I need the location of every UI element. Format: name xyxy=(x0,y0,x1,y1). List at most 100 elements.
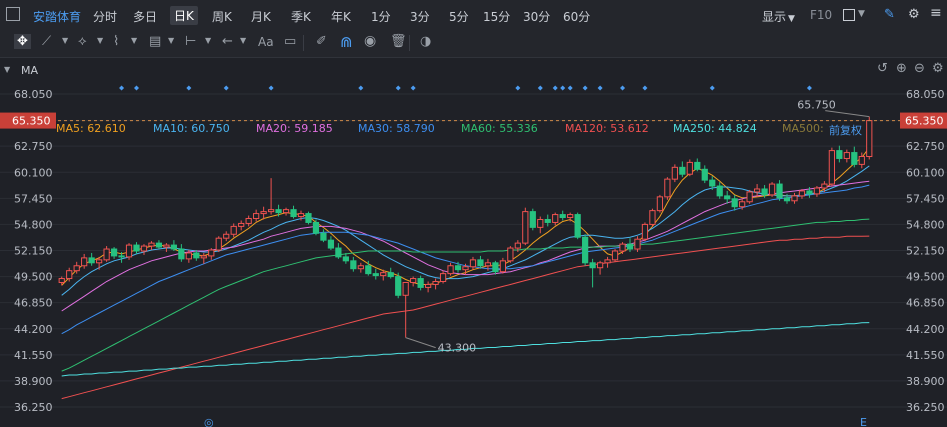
event-marker-right[interactable]: E xyxy=(860,416,867,427)
candle[interactable] xyxy=(791,192,798,204)
trend-tool-icon[interactable]: ⟡ xyxy=(78,34,87,49)
candle[interactable] xyxy=(238,220,245,231)
chevron-down-icon[interactable]: ▼ xyxy=(240,36,246,45)
candle[interactable] xyxy=(200,252,207,264)
sidebar-toggle-icon[interactable] xyxy=(6,7,20,21)
candle[interactable] xyxy=(671,164,678,183)
candle[interactable] xyxy=(447,262,454,276)
candle[interactable] xyxy=(552,212,559,226)
candle[interactable] xyxy=(843,149,850,163)
line-tool-icon[interactable]: ⟋ xyxy=(42,34,51,49)
candle[interactable] xyxy=(305,211,312,225)
menu-icon[interactable]: ≡ xyxy=(930,5,942,21)
candle[interactable] xyxy=(529,208,536,231)
candle[interactable] xyxy=(312,219,320,236)
candle[interactable] xyxy=(686,159,693,177)
event-diamond[interactable] xyxy=(582,85,588,91)
f10-button[interactable]: F10 xyxy=(810,8,832,22)
candle[interactable] xyxy=(866,116,873,160)
display-dropdown[interactable]: 显示 ▼ xyxy=(762,8,795,25)
candle[interactable] xyxy=(626,238,634,252)
candle[interactable] xyxy=(537,216,544,234)
candle[interactable] xyxy=(634,236,641,252)
settings-icon[interactable]: ⚙ xyxy=(908,7,920,22)
chevron-down-icon[interactable]: ▼ xyxy=(858,9,865,19)
event-diamond[interactable] xyxy=(515,85,521,91)
tab-30min[interactable]: 30分 xyxy=(523,8,550,25)
chevron-down-icon[interactable]: ▼ xyxy=(205,36,211,45)
candle[interactable] xyxy=(140,244,148,255)
candle[interactable] xyxy=(424,281,432,293)
candle[interactable] xyxy=(716,182,723,199)
candle[interactable] xyxy=(410,276,417,287)
candle[interactable] xyxy=(230,223,237,238)
measure-tool-icon[interactable]: ⊢ xyxy=(185,34,196,49)
chevron-down-icon[interactable]: ▼ xyxy=(97,36,103,45)
event-diamond[interactable] xyxy=(642,85,648,91)
candlestick-chart[interactable]: 68.050 62.750 60.100 57.450 54.800 52.150 49.5… xyxy=(0,82,947,427)
candle[interactable] xyxy=(746,189,753,204)
indicator-name[interactable]: MA xyxy=(21,64,38,77)
candle[interactable] xyxy=(439,270,447,284)
tab-quarterly-k[interactable]: 季K xyxy=(291,8,311,25)
event-diamond[interactable] xyxy=(268,85,274,91)
candle[interactable] xyxy=(664,177,671,200)
tab-monthly-k[interactable]: 月K xyxy=(251,8,271,25)
event-diamond[interactable] xyxy=(395,85,401,91)
toggle-icon[interactable]: ◑ xyxy=(420,34,431,49)
candle[interactable] xyxy=(499,257,507,274)
collapse-icon[interactable]: ▼ xyxy=(4,65,10,74)
settings-icon[interactable]: ⚙ xyxy=(932,61,944,76)
chevron-down-icon[interactable]: ▼ xyxy=(62,36,68,45)
candle[interactable] xyxy=(88,252,95,266)
candle[interactable] xyxy=(327,236,335,251)
trash-icon[interactable]: 🗑 xyxy=(390,34,407,49)
text-tool-icon[interactable]: Aa xyxy=(258,35,274,49)
candle[interactable] xyxy=(178,244,185,262)
candle[interactable] xyxy=(417,275,424,291)
eraser-icon[interactable]: ✐ xyxy=(316,34,327,49)
tab-1min[interactable]: 1分 xyxy=(371,8,391,25)
candle[interactable] xyxy=(103,246,110,262)
event-diamond[interactable] xyxy=(410,85,416,91)
eye-icon[interactable]: ◉ xyxy=(364,33,376,49)
tab-daily-k[interactable]: 日K xyxy=(170,6,198,25)
candle[interactable] xyxy=(776,180,783,201)
event-diamond[interactable] xyxy=(560,85,566,91)
event-diamond[interactable] xyxy=(186,85,192,91)
candle[interactable] xyxy=(290,205,297,219)
event-diamond[interactable] xyxy=(620,85,626,91)
candle[interactable] xyxy=(701,165,708,184)
chevron-down-icon[interactable]: ▼ xyxy=(131,36,137,45)
chevron-down-icon[interactable]: ▼ xyxy=(168,36,174,45)
candle[interactable] xyxy=(350,256,357,272)
candle[interactable] xyxy=(611,249,619,262)
candle[interactable] xyxy=(836,145,843,163)
candle[interactable] xyxy=(320,229,327,243)
candle[interactable] xyxy=(432,278,439,290)
candle[interactable] xyxy=(596,260,604,275)
tab-15min[interactable]: 15分 xyxy=(483,8,510,25)
event-diamond[interactable] xyxy=(223,85,229,91)
candle[interactable] xyxy=(372,268,379,280)
tab-intraday[interactable]: 分时 xyxy=(93,8,117,25)
brush-icon[interactable]: ✎ xyxy=(884,7,895,22)
candle[interactable] xyxy=(253,209,260,222)
candle[interactable] xyxy=(81,253,88,269)
candle[interactable] xyxy=(507,246,514,263)
event-diamond[interactable] xyxy=(597,85,603,91)
zoom-out-icon[interactable]: ⊖ xyxy=(914,61,925,76)
candle[interactable] xyxy=(641,222,649,242)
arrow-tool-icon[interactable]: ← xyxy=(222,34,233,49)
candle[interactable] xyxy=(148,241,155,251)
candle[interactable] xyxy=(282,207,290,216)
candle[interactable] xyxy=(395,272,402,299)
event-diamond[interactable] xyxy=(709,85,715,91)
candle[interactable] xyxy=(223,231,230,242)
tab-weekly-k[interactable]: 周K xyxy=(212,8,232,25)
event-diamond[interactable] xyxy=(537,85,543,91)
candle[interactable] xyxy=(267,178,275,215)
event-marker-left[interactable]: ◎ xyxy=(204,416,214,427)
candle[interactable] xyxy=(208,248,215,260)
event-diamond[interactable] xyxy=(119,85,125,91)
